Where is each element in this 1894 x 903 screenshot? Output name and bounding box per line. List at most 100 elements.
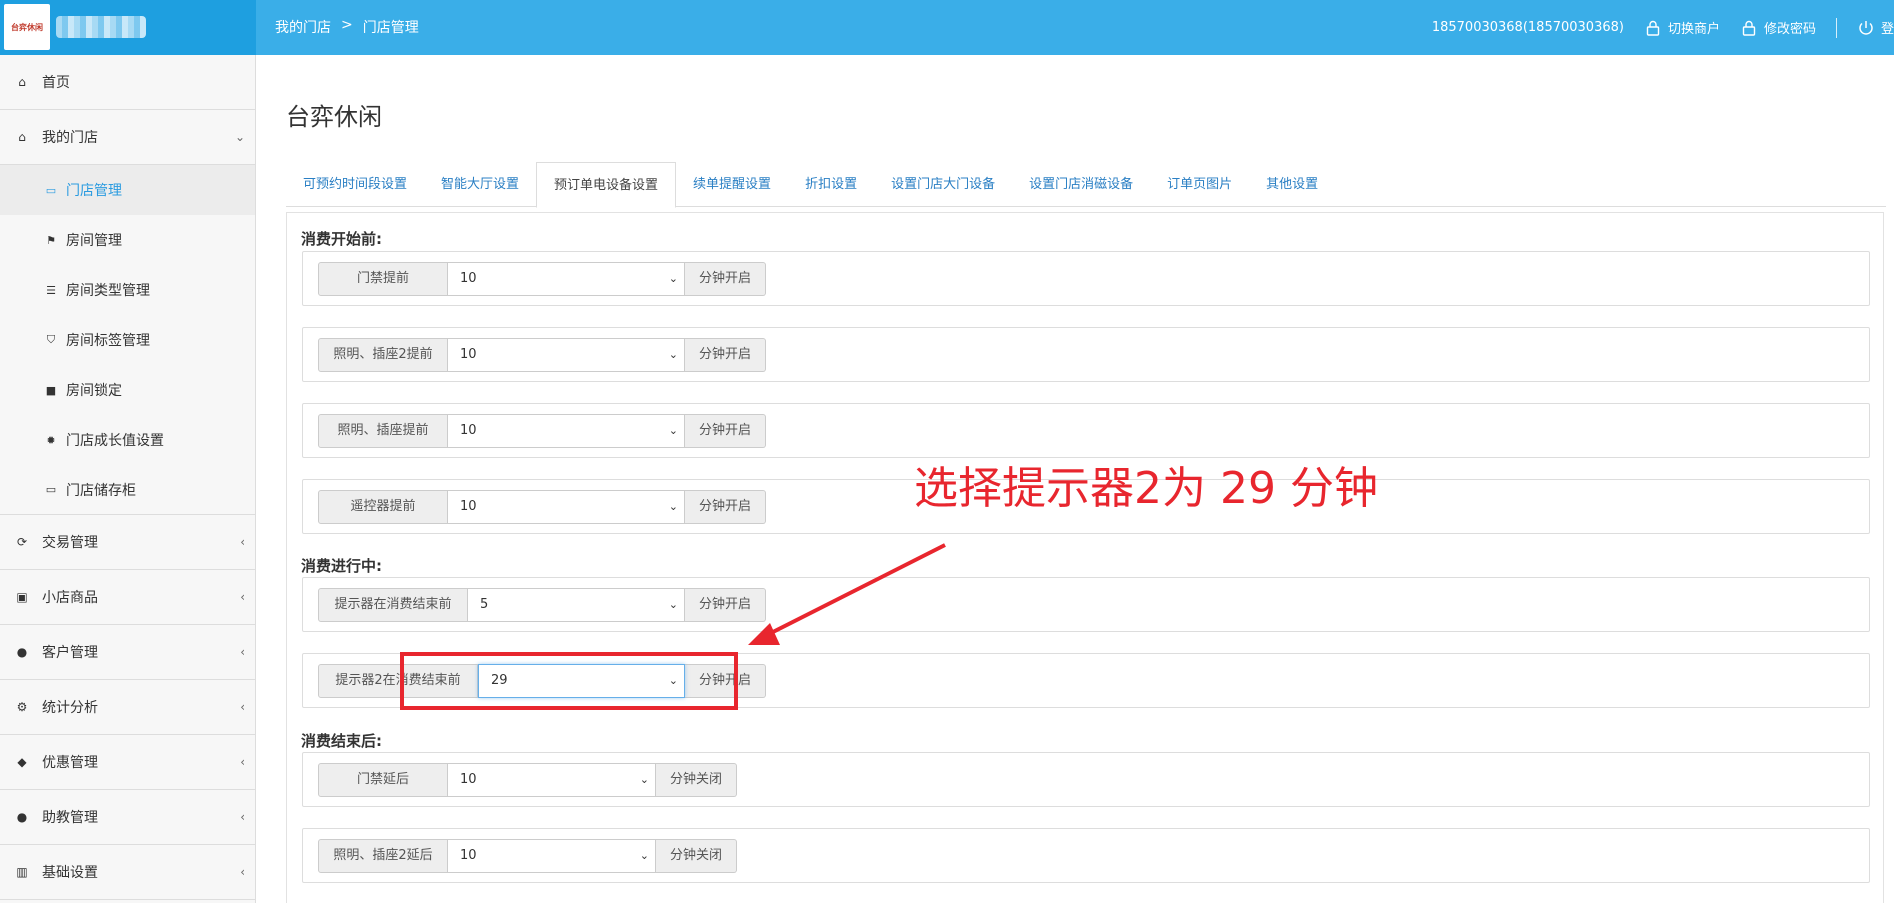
change-password-button[interactable]: 修改密码 — [1740, 18, 1816, 37]
row-label: 照明、插座2提前 — [318, 338, 448, 372]
setting-row-light2-after: 照明、插座2延后 10 ⌄ 分钟关闭 — [302, 828, 1870, 883]
section-during: 消费进行中: — [301, 557, 382, 575]
sidebar: ⌂ 首页 ⌂ 我的门店 ⌄ ▭ 门店管理 ⚑ 房间管理 ☰ 房间类型管理 ⛉ 房… — [0, 55, 256, 903]
minutes-select[interactable]: 10 ⌄ — [448, 262, 685, 296]
bookmark-icon: ⛉ — [46, 333, 56, 346]
sidebar-item-label: 交易管理 — [42, 535, 98, 551]
chevron-down-icon: ⌄ — [639, 849, 649, 862]
chevron-left-icon: ‹ — [240, 865, 245, 879]
sidebar-sub-storage-cabinet[interactable]: ▭ 门店储存柜 — [0, 465, 255, 515]
row-suffix: 分钟开启 — [685, 490, 766, 524]
minutes-select[interactable]: 5 ⌄ — [468, 588, 685, 622]
input-group: 照明、插座2延后 10 ⌄ 分钟关闭 — [318, 839, 737, 873]
sidebar-item-customers[interactable]: ● 客户管理 ‹ — [0, 625, 255, 680]
minutes-select[interactable]: 10 ⌄ — [448, 763, 656, 797]
switch-merchant-button[interactable]: 切换商户 — [1644, 18, 1720, 37]
row-label: 门禁提前 — [318, 262, 448, 296]
tab-gate-device[interactable]: 设置门店大门设备 — [874, 162, 1012, 207]
selected-value: 10 — [460, 772, 477, 787]
logout-button[interactable]: 登 — [1857, 18, 1894, 37]
setting-row-reminder1: 提示器在消费结束前 5 ⌄ 分钟开启 — [302, 577, 1870, 632]
annotation-text: 选择提示器2为 29 分钟 — [914, 463, 1378, 514]
brand-area: 台弈休闲 — [0, 0, 256, 55]
refresh-icon: ⟳ — [16, 535, 28, 549]
selected-value: 10 — [460, 499, 477, 514]
tags-icon: ◆ — [17, 755, 27, 769]
minutes-select[interactable]: 10 ⌄ — [448, 490, 685, 524]
flag-icon: ⚑ — [46, 233, 56, 247]
sidebar-item-label: 统计分析 — [42, 700, 98, 716]
sidebar-sub-room-tag[interactable]: ⛉ 房间标签管理 — [0, 315, 255, 365]
minutes-select[interactable]: 10 ⌄ — [448, 338, 685, 372]
tab-renewal-reminder[interactable]: 续单提醒设置 — [676, 162, 788, 207]
sidebar-item-assistants[interactable]: ● 助教管理 ‹ — [0, 790, 255, 845]
annotation-highlight-box — [400, 652, 738, 710]
change-password-label: 修改密码 — [1763, 22, 1816, 37]
input-group: 照明、插座2提前 10 ⌄ 分钟开启 — [318, 338, 766, 372]
chevron-left-icon: ‹ — [240, 590, 245, 604]
tab-degauss-device[interactable]: 设置门店消磁设备 — [1012, 162, 1150, 207]
header-actions: 18570030368(18570030368) 切换商户 修改密码 登 — [1432, 0, 1894, 55]
store-logo[interactable]: 台弈休闲 — [4, 4, 50, 50]
selected-value: 10 — [460, 347, 477, 362]
setting-row-light2-before: 照明、插座2提前 10 ⌄ 分钟开启 — [302, 327, 1870, 382]
sidebar-sub-growth-value[interactable]: ✹ 门店成长值设置 — [0, 415, 255, 465]
breadcrumb: 我的门店 > 门店管理 — [275, 17, 419, 37]
row-suffix: 分钟开启 — [685, 414, 766, 448]
minutes-select[interactable]: 10 ⌄ — [448, 839, 656, 873]
tab-smart-hall[interactable]: 智能大厅设置 — [424, 162, 536, 207]
sidebar-item-transactions[interactable]: ⟳ 交易管理 ‹ — [0, 515, 255, 570]
chevron-left-icon: ‹ — [240, 810, 245, 824]
power-icon — [1859, 20, 1873, 35]
tab-order-device[interactable]: 预订单电设备设置 — [536, 162, 677, 208]
input-group: 遥控器提前 10 ⌄ 分钟开启 — [318, 490, 766, 524]
inbox-icon: ▭ — [45, 183, 57, 197]
chevron-left-icon: ‹ — [240, 535, 245, 549]
sidebar-item-label: 基础设置 — [42, 865, 98, 881]
sidebar-item-label: 房间类型管理 — [66, 283, 150, 299]
sidebar-sub-store-management[interactable]: ▭ 门店管理 — [0, 165, 255, 215]
tab-discount[interactable]: 折扣设置 — [788, 162, 874, 207]
sidebar-item-my-store[interactable]: ⌂ 我的门店 ⌄ — [0, 110, 255, 165]
user-icon: ● — [16, 645, 28, 659]
lock-icon: ■ — [45, 383, 57, 397]
sidebar-item-home[interactable]: ⌂ 首页 — [0, 55, 255, 110]
sidebar-sub-room-lock[interactable]: ■ 房间锁定 — [0, 365, 255, 415]
chevron-down-icon: ⌄ — [668, 272, 678, 285]
gear-icon: ⚙ — [16, 700, 28, 714]
sidebar-item-label: 首页 — [42, 75, 70, 91]
sidebar-item-label: 我的门店 — [42, 130, 98, 146]
chevron-left-icon: ‹ — [240, 645, 245, 659]
gift-icon: ▣ — [16, 590, 28, 604]
sidebar-sub-room-type[interactable]: ☰ 房间类型管理 — [0, 265, 255, 315]
input-group: 提示器在消费结束前 5 ⌄ 分钟开启 — [318, 588, 766, 622]
sidebar-item-label: 优惠管理 — [42, 755, 98, 771]
page-title: 台弈休闲 — [286, 103, 382, 131]
tab-other-settings[interactable]: 其他设置 — [1249, 162, 1335, 207]
row-label: 提示器在消费结束前 — [318, 588, 468, 622]
barcode-icon: ▥ — [16, 865, 28, 879]
lock-icon — [1742, 20, 1756, 36]
list-icon: ☰ — [46, 283, 56, 297]
sidebar-item-label: 房间标签管理 — [66, 333, 150, 349]
sidebar-item-label: 房间管理 — [66, 233, 122, 249]
chevron-down-icon: ⌄ — [668, 500, 678, 513]
row-label: 照明、插座2延后 — [318, 839, 448, 873]
home-icon: ⌂ — [18, 130, 26, 144]
switch-merchant-label: 切换商户 — [1667, 22, 1720, 37]
account-label: 18570030368(18570030368) — [1431, 20, 1624, 35]
sidebar-item-promotions[interactable]: ◆ 优惠管理 ‹ — [0, 735, 255, 790]
breadcrumb-my-store[interactable]: 我的门店 — [275, 17, 331, 37]
sidebar-item-shop-goods[interactable]: ▣ 小店商品 ‹ — [0, 570, 255, 625]
sidebar-item-basic-settings[interactable]: ▥ 基础设置 ‹ — [0, 845, 255, 900]
setting-row-gate-after: 门禁延后 10 ⌄ 分钟关闭 — [302, 752, 1870, 807]
sidebar-sub-room-management[interactable]: ⚑ 房间管理 — [0, 215, 255, 265]
setting-row-gate-before: 门禁提前 10 ⌄ 分钟开启 — [302, 251, 1870, 306]
sidebar-item-statistics[interactable]: ⚙ 统计分析 ‹ — [0, 680, 255, 735]
minutes-select[interactable]: 10 ⌄ — [448, 414, 685, 448]
tab-order-image[interactable]: 订单页图片 — [1150, 162, 1249, 207]
tab-booking-time[interactable]: 可预约时间段设置 — [286, 162, 424, 207]
inbox-icon: ▭ — [45, 483, 57, 496]
sidebar-item-label: 小店商品 — [42, 590, 98, 606]
chevron-down-icon: ⌄ — [668, 348, 678, 361]
